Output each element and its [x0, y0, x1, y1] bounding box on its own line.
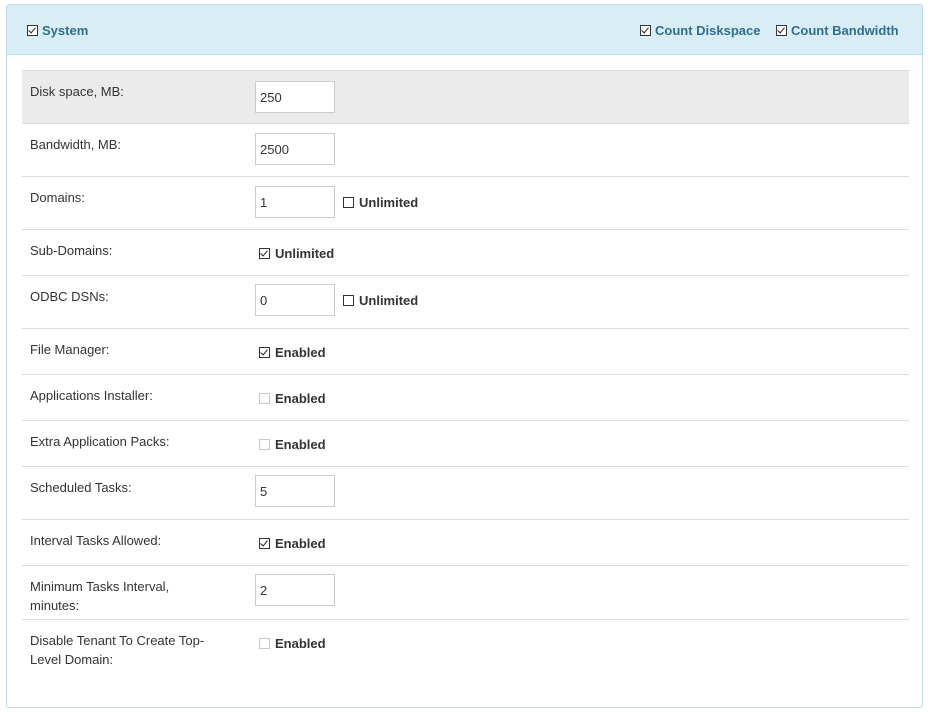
domains-unlimited-label[interactable]: Unlimited [359, 195, 418, 210]
quota-rows: Disk space, MB: Bandwidth, MB: Domains: … [22, 70, 909, 680]
disable-tenant-label: Disable Tenant To Create Top-Level Domai… [30, 633, 205, 667]
disable-tenant-enabled-checkbox[interactable] [259, 638, 270, 649]
odbc-dsns-label: ODBC DSNs: [30, 289, 109, 304]
disk-space-input[interactable] [255, 81, 335, 113]
interval-tasks-enabled-checkbox[interactable] [259, 538, 270, 549]
applications-installer-enabled-checkbox[interactable] [259, 393, 270, 404]
count-diskspace-checkbox-group[interactable]: Count Diskspace [640, 23, 760, 38]
sub-domains-unlimited-label[interactable]: Unlimited [275, 246, 334, 261]
extra-application-packs-label: Extra Application Packs: [30, 434, 170, 449]
quotas-panel: System Count Diskspace Count Bandwidth D… [6, 4, 923, 708]
row-interval-tasks-allowed: Interval Tasks Allowed: Enabled [22, 520, 909, 566]
row-scheduled-tasks: Scheduled Tasks: [22, 467, 909, 520]
row-domains: Domains: Unlimited [22, 177, 909, 230]
extra-application-packs-enabled-label[interactable]: Enabled [275, 437, 326, 452]
system-label[interactable]: System [42, 23, 88, 38]
bandwidth-input[interactable] [255, 133, 335, 165]
odbc-dsns-unlimited-label[interactable]: Unlimited [359, 293, 418, 308]
domains-label: Domains: [30, 190, 85, 205]
panel-header: System Count Diskspace Count Bandwidth [7, 5, 922, 55]
row-applications-installer: Applications Installer: Enabled [22, 375, 909, 421]
odbc-dsns-input[interactable] [255, 284, 335, 316]
system-checkbox-group[interactable]: System [27, 23, 88, 38]
row-file-manager: File Manager: Enabled [22, 329, 909, 375]
minimum-tasks-interval-label: Minimum Tasks Interval, minutes: [30, 579, 170, 613]
disable-tenant-enabled-label[interactable]: Enabled [275, 636, 326, 651]
file-manager-enabled-label[interactable]: Enabled [275, 345, 326, 360]
sub-domains-unlimited-checkbox[interactable] [259, 248, 270, 259]
bandwidth-label: Bandwidth, MB: [30, 137, 122, 152]
count-diskspace-label[interactable]: Count Diskspace [655, 23, 760, 38]
row-sub-domains: Sub-Domains: Unlimited [22, 230, 909, 276]
row-minimum-tasks-interval: Minimum Tasks Interval, minutes: [22, 566, 909, 620]
interval-tasks-enabled-label[interactable]: Enabled [275, 536, 326, 551]
count-bandwidth-checkbox[interactable] [776, 25, 787, 36]
row-disable-tenant-top-level-domain: Disable Tenant To Create Top-Level Domai… [22, 620, 909, 680]
row-extra-application-packs: Extra Application Packs: Enabled [22, 421, 909, 467]
row-disk-space: Disk space, MB: [22, 70, 909, 124]
scheduled-tasks-input[interactable] [255, 475, 335, 507]
file-manager-enabled-checkbox[interactable] [259, 347, 270, 358]
minimum-tasks-interval-input[interactable] [255, 574, 335, 606]
interval-tasks-allowed-label: Interval Tasks Allowed: [30, 533, 162, 548]
file-manager-label: File Manager: [30, 342, 110, 357]
row-odbc-dsns: ODBC DSNs: Unlimited [22, 276, 909, 329]
row-bandwidth: Bandwidth, MB: [22, 124, 909, 177]
odbc-dsns-unlimited-checkbox[interactable] [343, 294, 354, 306]
applications-installer-enabled-label[interactable]: Enabled [275, 391, 326, 406]
domains-input[interactable] [255, 186, 335, 218]
scheduled-tasks-label: Scheduled Tasks: [30, 480, 132, 495]
disk-space-label: Disk space, MB: [30, 84, 124, 99]
count-bandwidth-label[interactable]: Count Bandwidth [791, 23, 899, 38]
system-checkbox[interactable] [27, 25, 38, 36]
extra-application-packs-enabled-checkbox[interactable] [259, 439, 270, 450]
count-bandwidth-checkbox-group[interactable]: Count Bandwidth [776, 23, 899, 38]
applications-installer-label: Applications Installer: [30, 388, 153, 403]
count-diskspace-checkbox[interactable] [640, 25, 651, 36]
sub-domains-label: Sub-Domains: [30, 243, 113, 258]
domains-unlimited-checkbox[interactable] [343, 196, 354, 208]
